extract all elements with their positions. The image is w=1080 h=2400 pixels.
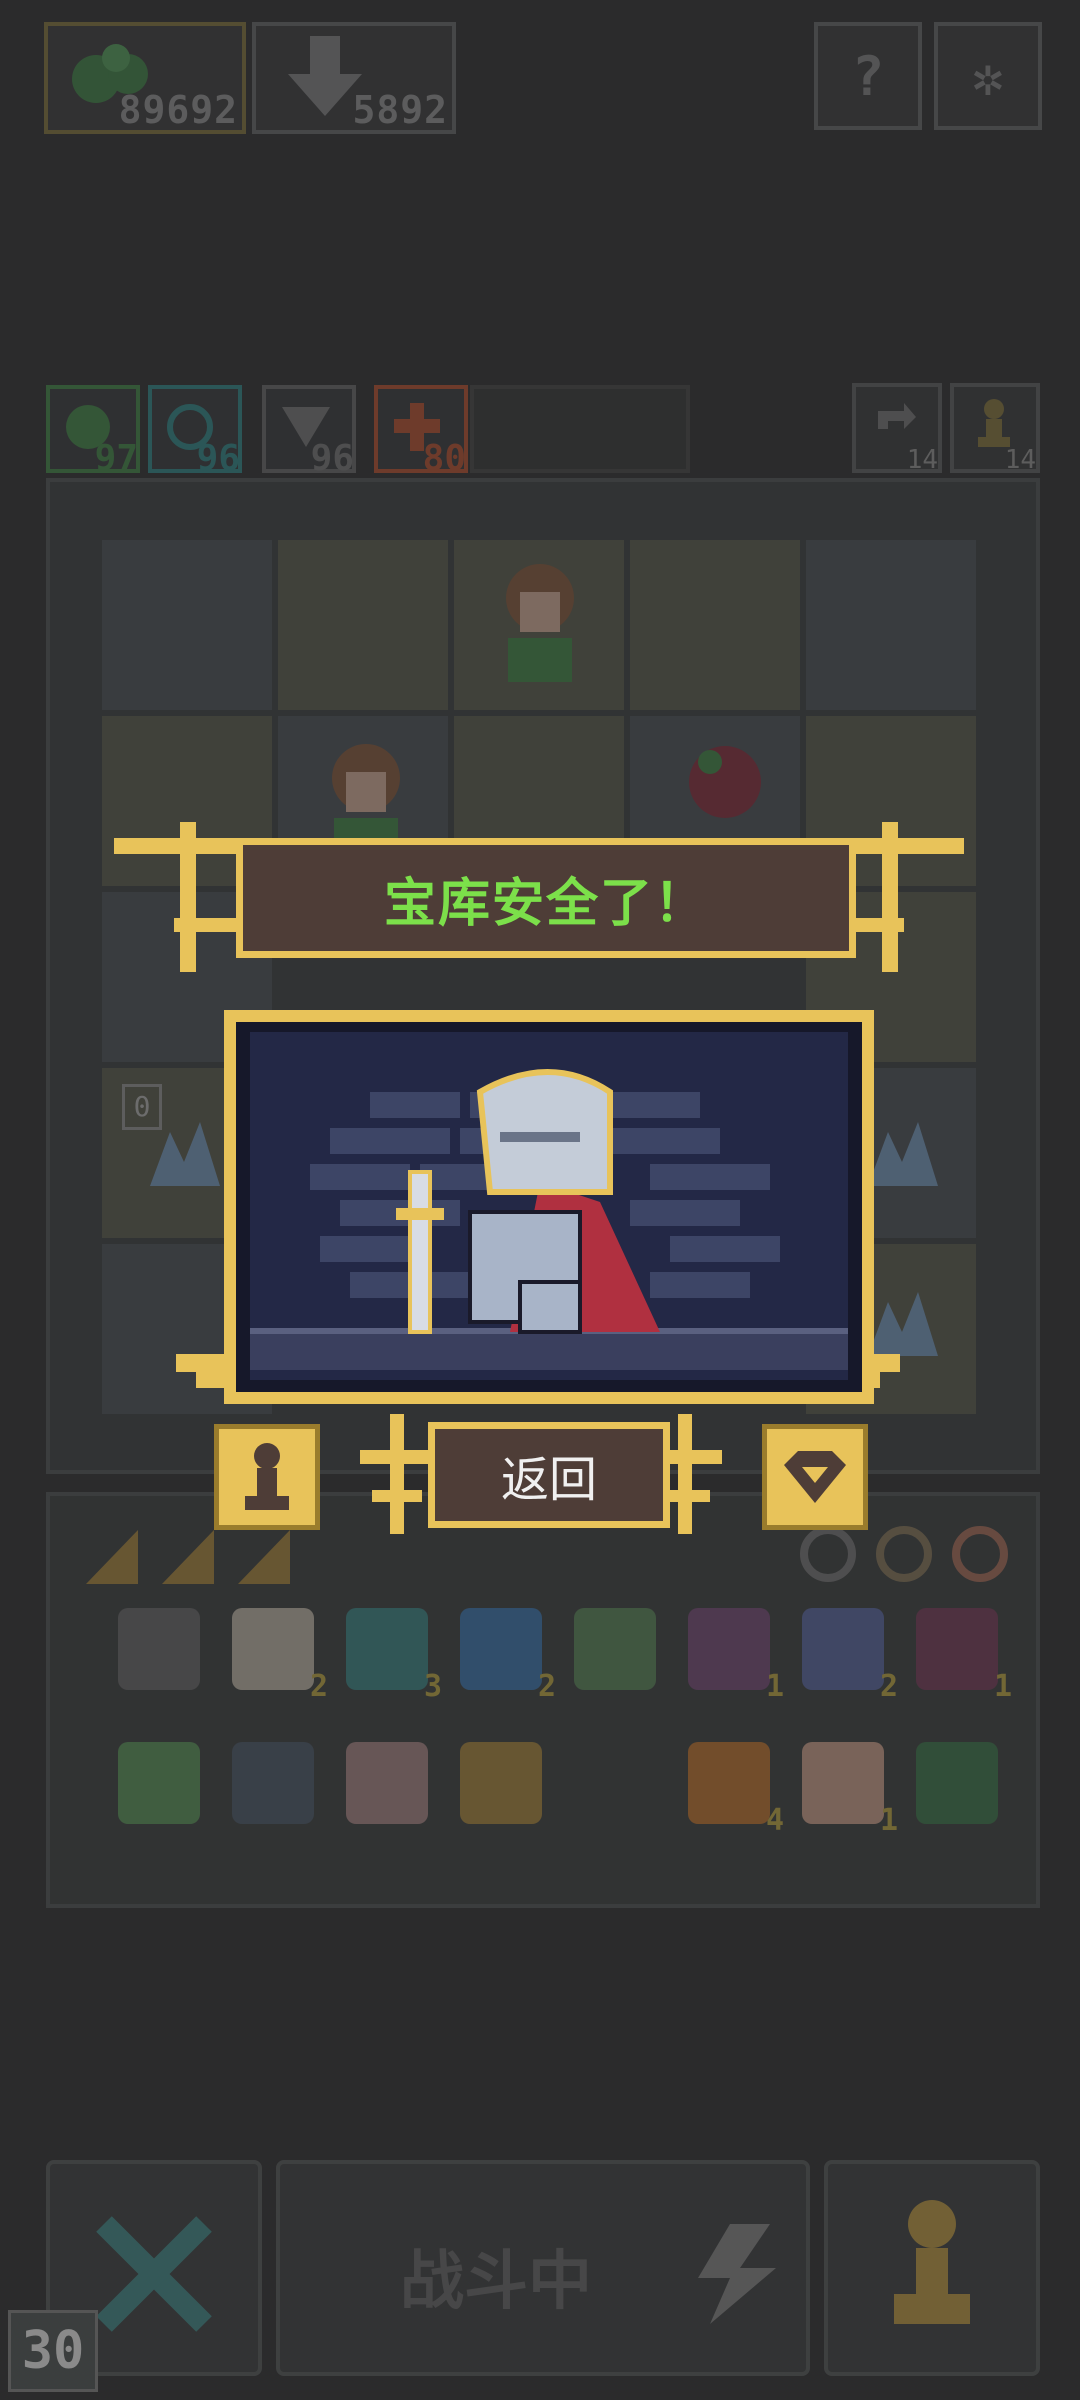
pawn-stat: 14 (950, 383, 1040, 475)
knight-scene (250, 1032, 848, 1380)
item-count: 1 (765, 1669, 784, 1704)
knight-picture-frame (224, 1010, 874, 1404)
stat-attack-value: 96 (310, 438, 354, 479)
refresh-count: 14 (906, 445, 938, 475)
pawn-button[interactable] (824, 2160, 1040, 2376)
basket-icon[interactable] (916, 1742, 998, 1824)
ring-icon[interactable]: 4 (688, 1742, 784, 1838)
hourglass-icon[interactable]: 2 (802, 1608, 898, 1704)
cage-icon[interactable] (346, 1742, 428, 1824)
item-count: 2 (309, 1669, 328, 1704)
orb-icon[interactable]: 2 (460, 1608, 556, 1704)
bat-icon[interactable]: 1 (688, 1608, 784, 1704)
inventory-panel: 2 3 2 1 2 1 4 1 (46, 1492, 1040, 1908)
hand-icon[interactable]: 1 (802, 1742, 898, 1838)
settings-button[interactable]: ✲ (934, 22, 1042, 130)
dialog-banner: 宝库安全了！ (236, 838, 856, 958)
pawn-icon (894, 2200, 970, 2324)
stat-power: 80 (374, 385, 468, 479)
jar-icon[interactable]: 1 (916, 1608, 1012, 1704)
stat-power-value: 80 (422, 438, 466, 479)
stat-bar-track (470, 385, 690, 473)
battle-label: 战斗中 (400, 2245, 592, 2319)
stat-hp-value: 97 (94, 438, 138, 479)
turn-counter: 30 (8, 2310, 98, 2392)
lightning-icon (698, 2224, 776, 2324)
chest-icon[interactable] (232, 1742, 314, 1824)
scroll-icon[interactable]: 2 (232, 1608, 328, 1704)
villager-sprite (506, 564, 574, 682)
gem-resource: 5892 (252, 22, 456, 134)
pawn-action-button[interactable] (214, 1424, 320, 1530)
battle-button[interactable]: 战斗中 (276, 2160, 810, 2376)
item-count: 2 (879, 1669, 898, 1704)
crystal-icon (150, 1122, 220, 1186)
knight-illustration (250, 1069, 848, 1370)
shovel-icon[interactable] (118, 1742, 200, 1824)
back-label: 返回 (500, 1452, 597, 1508)
stat-magic-value: 96 (196, 438, 240, 479)
item-count: 2 (537, 1669, 556, 1704)
trident-icon[interactable] (460, 1742, 542, 1824)
seed-resource: 89692 (44, 22, 246, 134)
wedge-icons (86, 1530, 290, 1584)
item-count: 1 (879, 1803, 898, 1838)
refresh-icon (878, 403, 916, 429)
seed-count: 89692 (118, 88, 238, 132)
stat-hp: 97 (46, 385, 140, 479)
stat-magic: 96 (148, 385, 242, 479)
board-cell[interactable] (630, 540, 800, 710)
gem-icon (784, 1451, 846, 1503)
pawn-icon (245, 1443, 289, 1510)
board-cell[interactable] (278, 540, 448, 710)
close-icon (96, 2216, 212, 2332)
item-count: 4 (765, 1803, 784, 1838)
back-button[interactable]: 返回 (428, 1422, 670, 1528)
dialog-title: 宝库安全了！ (383, 873, 708, 934)
gem-count: 5892 (352, 88, 448, 132)
pawn-count: 14 (1004, 445, 1036, 475)
item-count: 3 (423, 1669, 442, 1704)
gem-action-button[interactable] (762, 1424, 868, 1530)
map-icon[interactable] (118, 1608, 200, 1690)
potion-icon[interactable] (574, 1608, 656, 1690)
help-button[interactable]: ? (814, 22, 922, 130)
coin-icons (800, 1526, 1008, 1582)
board-cell[interactable] (102, 540, 272, 710)
stat-attack: 96 (262, 385, 356, 479)
item-count: 1 (993, 1669, 1012, 1704)
gear-icon: ✲ (971, 44, 1005, 108)
question-icon: ? (851, 44, 885, 108)
refresh-button[interactable]: 14 (852, 383, 942, 475)
heart-gem-icon[interactable]: 3 (346, 1608, 442, 1704)
board-cell[interactable] (806, 540, 976, 710)
